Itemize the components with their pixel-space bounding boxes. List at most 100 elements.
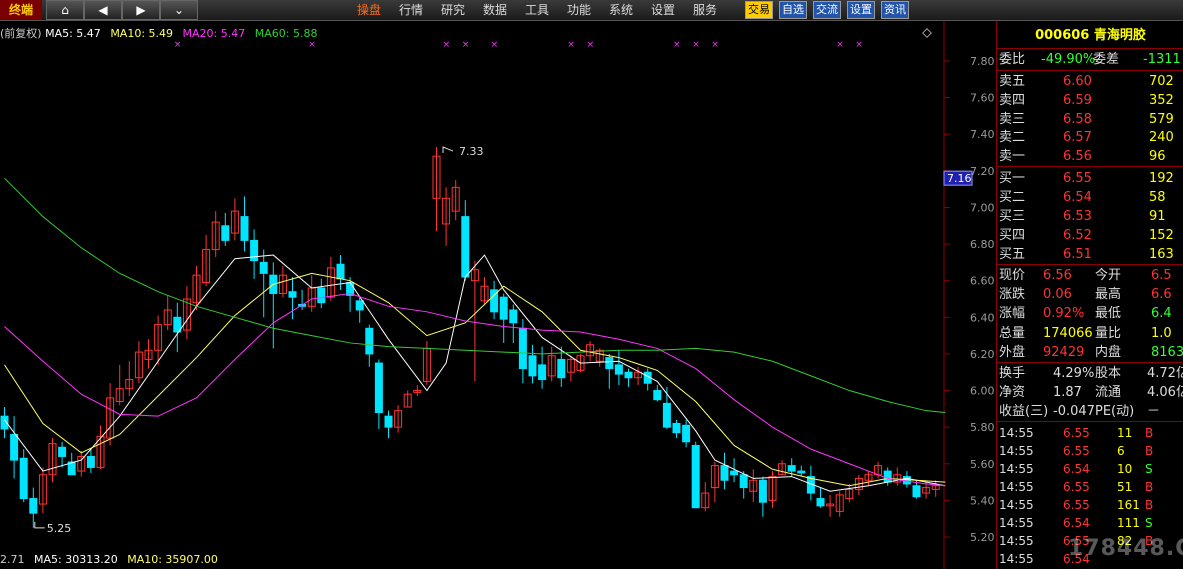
fund-value: -0.047 [1053,404,1095,419]
candle-body [19,457,28,500]
sell-volume: 240 [1149,130,1174,146]
candle-body [883,470,892,483]
price-tick-label: 5.60 [970,458,995,471]
sell-label: 卖五 [999,74,1026,89]
price-tick-label: 7.80 [970,55,995,68]
fund-value: 1.87 [1053,385,1082,400]
back-button[interactable]: ◀ [84,0,122,20]
event-marker: × [491,40,499,50]
tick-row: 14:55 6.55 11 B [997,424,1183,442]
tick-time: 14:55 [999,426,1034,440]
candle-body [528,355,537,377]
stock-name: 青海明胶 [1093,28,1146,43]
menu-item[interactable]: 设置 [651,0,675,20]
price-tick-label: 7.20 [970,165,995,178]
tick-time: 14:55 [999,552,1034,566]
candle-body [605,357,614,370]
stat-value: 0.06 [1043,287,1072,303]
buy-label: 买一 [999,171,1026,186]
weicha-label: 委差 [1093,52,1120,67]
stat-label: 今开 [1095,268,1122,283]
event-marker: × [855,40,863,50]
tick-price: 6.55 [1063,426,1090,440]
stat-value: 6.56 [1043,268,1072,283]
fund-label: 收益(三) [999,404,1049,419]
sell-row: 卖四 6.59 352 [997,92,1183,110]
fund-value: 4.29% [1053,366,1095,381]
price-tick-label: 7.40 [970,128,995,141]
home-button[interactable]: ⌂ [46,0,84,20]
candle-body [739,474,748,489]
high-marker [442,146,454,154]
menu-item[interactable]: 服务 [693,0,717,20]
price-tick-label: 7.60 [970,92,995,105]
candle-body [662,402,671,428]
watermark: 178448.COM [1068,536,1183,561]
menu-item[interactable]: 工具 [525,0,549,20]
tool-button[interactable]: 交易 [745,1,773,19]
candle-body [384,415,393,428]
fund-label: PE(动) [1095,404,1135,419]
candle-body [538,364,547,381]
quote-panel: 000606 青海明胶 委比 -49.90% 委差 -1311 卖五 6.60 70… [996,21,1183,569]
tool-button[interactable]: 交流 [813,1,841,19]
tick-row: 14:55 6.55 6 B [997,442,1183,460]
candle-body [29,498,38,514]
forward-button[interactable]: ▶ [122,0,160,20]
ma-indicator-bar: (前复权) MA5: 5.47 MA10: 5.49 MA20: 5.47 MA… [0,25,317,41]
tick-side: B [1145,480,1154,494]
menu-item[interactable]: 数据 [483,0,507,20]
buy-row: 买二 6.54 58 [997,189,1183,207]
sell-label: 卖四 [999,92,1026,108]
candle-body [557,358,566,379]
stat-row: 总量 174066 量比 1.0 [997,325,1183,343]
buy-price: 6.54 [1063,190,1092,205]
sell-volume: 352 [1149,92,1174,108]
app-brand: 终端 [0,0,42,20]
stat-value: 6.4 [1151,306,1172,322]
candle-body [58,446,67,457]
candle-body [614,364,623,375]
fund-label: 净资 [999,385,1026,400]
stat-label: 最高 [1095,287,1122,303]
menu-item[interactable]: 功能 [567,0,591,20]
buy-label: 买三 [999,209,1026,224]
price-tick-label: 5.20 [970,531,995,544]
candle-body [787,465,796,472]
menu-item[interactable]: 操盘 [357,0,381,20]
low-annotation: 5.25 [47,522,72,535]
high-annotation: 7.33 [459,145,484,158]
weibi-row: 委比 -49.90% 委差 -1311 [997,51,1183,69]
candle-body [730,470,739,476]
candle-body [682,424,691,443]
buy-label: 买五 [999,247,1026,262]
menu-item[interactable]: 系统 [609,0,633,20]
more-button[interactable]: ⌄ [160,0,198,20]
event-marker: × [174,40,182,50]
candle-body [374,362,383,414]
buy-row: 买四 6.52 152 [997,227,1183,245]
stat-label: 外盘 [999,344,1026,360]
menu-item[interactable]: 行情 [399,0,423,20]
sell-volume: 96 [1149,149,1166,165]
candle-body [653,390,662,401]
tool-button[interactable]: 自选 [779,1,807,19]
stat-label: 内盘 [1095,344,1122,360]
candle-body [336,263,345,280]
stat-row: 现价 6.56 今开 6.5 [997,267,1183,285]
candle-body [518,327,527,370]
sell-label: 卖二 [999,130,1026,146]
stat-label: 现价 [999,268,1026,283]
buy-price: 6.52 [1063,228,1092,243]
stat-row: 涨幅 0.92% 最低 6.4 [997,305,1183,323]
weibi-value: -49.90% [1041,52,1096,67]
ma20-label: MA20: 5.47 [182,27,246,40]
candlestick-chart[interactable]: 7.80 7.60 7.40 7.20 7.00 6.80 6.60 6.40 6.20 6.00… [0,21,996,569]
tool-button[interactable]: 设置 [847,1,875,19]
kline-chart-area[interactable]: 7.80 7.60 7.40 7.20 7.00 6.80 6.60 6.40 6.20 6.00… [0,21,996,569]
tool-button[interactable]: 资讯 [881,1,909,19]
menu-item[interactable]: 研究 [441,0,465,20]
tick-price: 6.54 [1063,516,1090,530]
tick-side: B [1145,426,1154,440]
tick-volume: 10 [1117,462,1133,476]
